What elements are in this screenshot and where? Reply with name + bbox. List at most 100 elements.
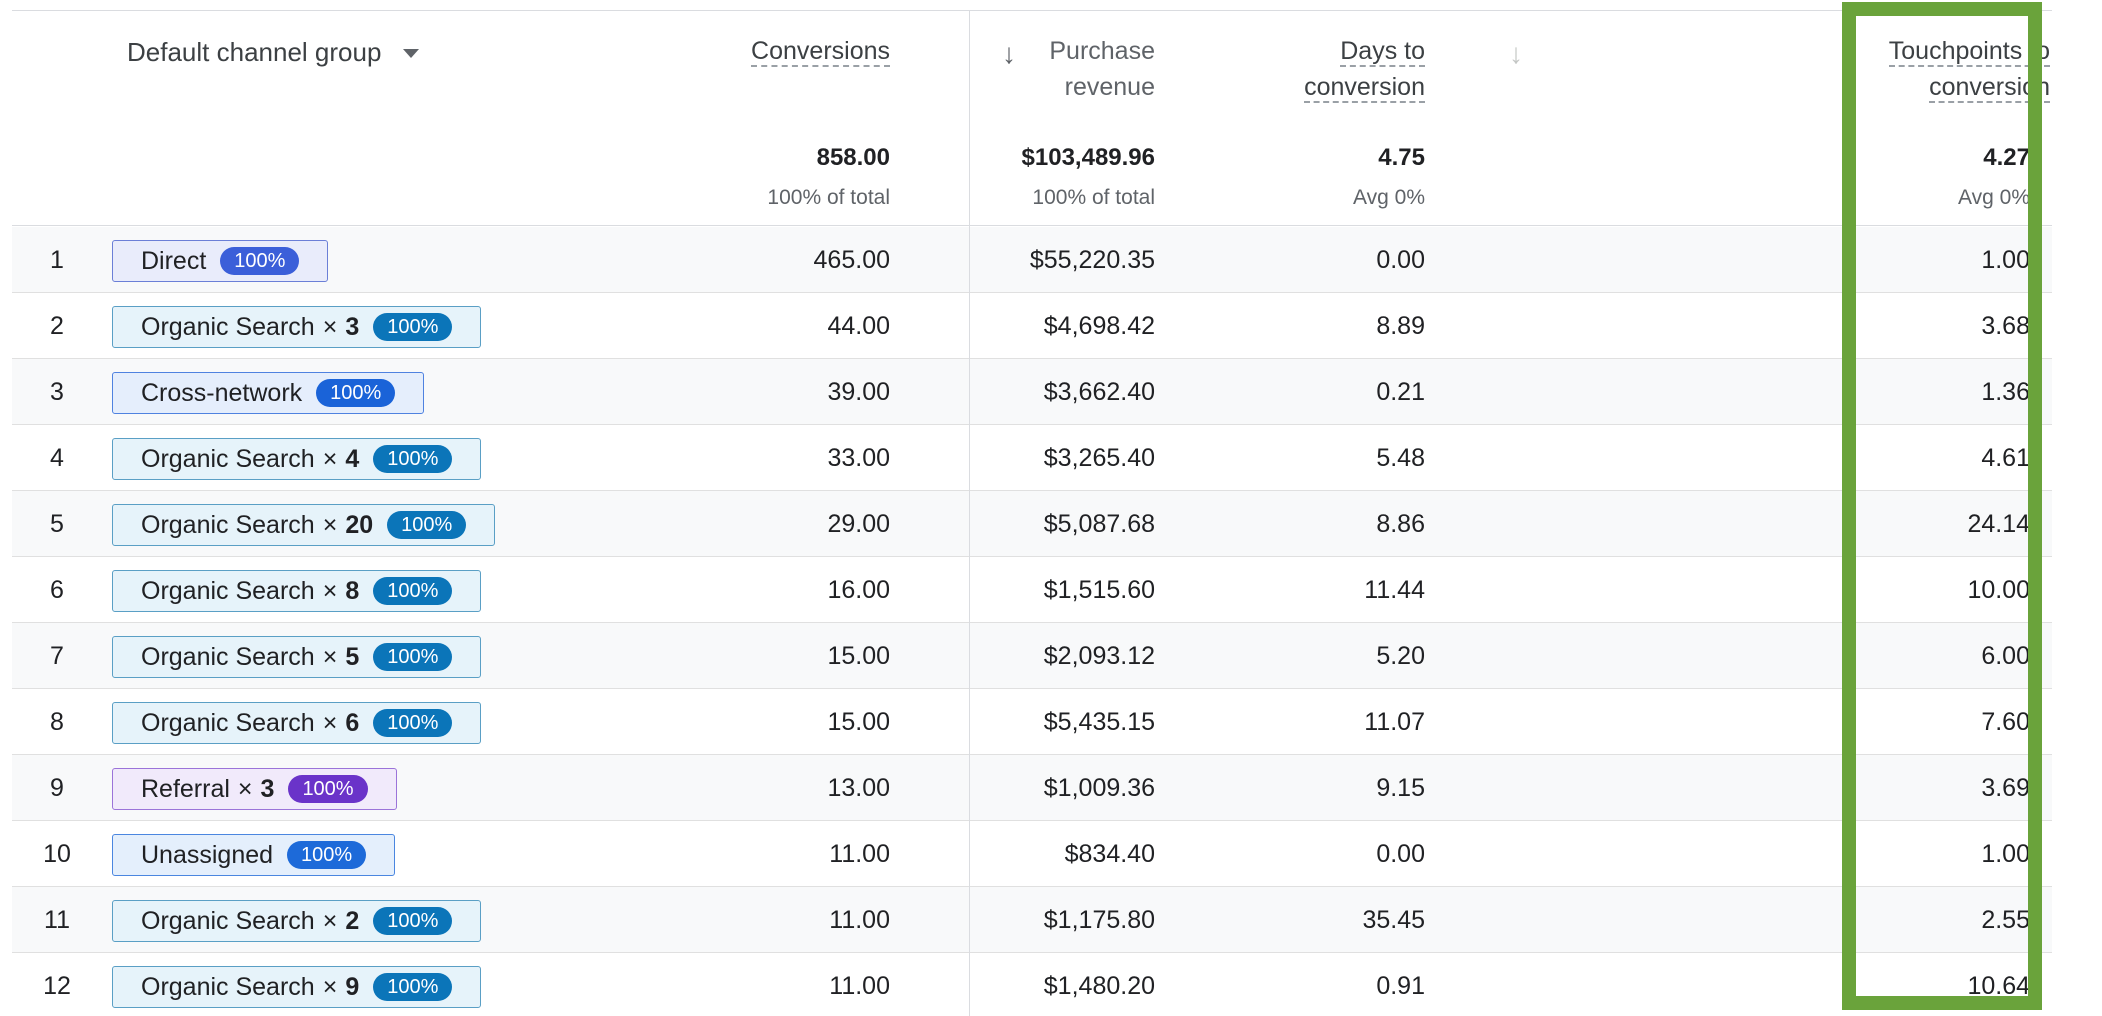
- table-row[interactable]: 4 Organic Search × 4 100% 33.00 $3,265.40 5.48 4…: [12, 425, 2052, 491]
- table-row[interactable]: 8 Organic Search × 6 100% 15.00 $5,435.15 11.07…: [12, 689, 2052, 755]
- table-row[interactable]: 12 Organic Search × 9 100% 11.00 $1,480.20 0.91…: [12, 953, 2052, 1016]
- credit-percent-badge: 100%: [387, 511, 467, 539]
- total-purchase-revenue-share: 100% of total: [1032, 186, 1155, 209]
- repeat-count: 2: [345, 906, 360, 935]
- channel-path-chip[interactable]: Cross-network 100%: [112, 372, 425, 414]
- cell-days-to-conversion: 9.15: [1376, 774, 1425, 802]
- cell-days-to-conversion: 35.45: [1362, 906, 1425, 934]
- repeat-count: 9: [345, 972, 360, 1001]
- cell-purchase-revenue: $1,175.80: [1043, 906, 1155, 934]
- row-number: 11: [44, 906, 70, 934]
- sort-arrow-down-icon[interactable]: ↓: [1002, 39, 1016, 69]
- channel-path-chip[interactable]: Organic Search × 4 100%: [112, 438, 482, 480]
- channel-name: Organic Search: [141, 906, 315, 935]
- column-header-days-to-conversion[interactable]: Days to conversion: [1304, 33, 1425, 105]
- credit-percent-badge: 100%: [373, 577, 453, 605]
- caret-down-icon: [403, 49, 420, 58]
- credit-percent-badge: 100%: [373, 445, 453, 473]
- table-row[interactable]: 10 Unassigned 100% 11.00 $834.40 0.00 1.00: [12, 821, 2052, 887]
- channel-path-chip[interactable]: Organic Search × 3 100%: [112, 306, 482, 348]
- table-row[interactable]: 1 Direct 100% 465.00 $55,220.35 0.00 1.00: [12, 227, 2052, 293]
- row-number: 12: [43, 972, 71, 1000]
- channel-path-chip[interactable]: Organic Search × 20 100%: [112, 504, 496, 546]
- total-days-to-conversion-avg: Avg 0%: [1353, 186, 1425, 209]
- row-number: 10: [43, 840, 71, 868]
- cell-days-to-conversion: 0.91: [1376, 972, 1425, 1000]
- repeat-times-symbol: ×: [237, 774, 253, 803]
- cell-days-to-conversion: 0.21: [1376, 378, 1425, 406]
- channel-path-chip[interactable]: Organic Search × 8 100%: [112, 570, 482, 612]
- channel-path-chip[interactable]: Organic Search × 5 100%: [112, 636, 482, 678]
- row-number: 9: [50, 774, 64, 802]
- table-row[interactable]: 6 Organic Search × 8 100% 16.00 $1,515.60 11.44…: [12, 557, 2052, 623]
- cell-conversions: 29.00: [827, 510, 890, 538]
- row-number: 2: [50, 312, 64, 340]
- cell-purchase-revenue: $1,515.60: [1043, 576, 1155, 604]
- cell-purchase-revenue: $5,435.15: [1043, 708, 1155, 736]
- channel-name: Unassigned: [141, 840, 274, 869]
- channel-path-chip[interactable]: Unassigned 100%: [112, 834, 396, 876]
- repeat-times-symbol: ×: [322, 576, 338, 605]
- dimension-selector[interactable]: Default channel group: [127, 37, 420, 68]
- total-purchase-revenue: $103,489.96: [1021, 144, 1155, 171]
- cell-conversions: 13.00: [827, 774, 890, 802]
- conversion-paths-table: Default channel group ↓ Conversions 858.…: [12, 10, 2052, 1016]
- channel-name: Cross-network: [141, 378, 303, 407]
- row-number: 5: [50, 510, 64, 538]
- cell-conversions: 15.00: [827, 642, 890, 670]
- table-row[interactable]: 3 Cross-network 100% 39.00 $3,662.40 0.21 1.36: [12, 359, 2052, 425]
- dimension-label: Default channel group: [127, 37, 382, 67]
- channel-name: Organic Search: [141, 510, 315, 539]
- channel-name: Organic Search: [141, 444, 315, 473]
- cell-purchase-revenue: $3,662.40: [1043, 378, 1155, 406]
- channel-path-chip[interactable]: Organic Search × 6 100%: [112, 702, 482, 744]
- credit-percent-badge: 100%: [373, 709, 453, 737]
- credit-percent-badge: 100%: [288, 775, 368, 803]
- cell-conversions: 15.00: [827, 708, 890, 736]
- table-row[interactable]: 9 Referral × 3 100% 13.00 $1,009.36 9.15 3.69: [12, 755, 2052, 821]
- total-conversions: 858.00: [816, 144, 890, 171]
- table-row[interactable]: 5 Organic Search × 20 100% 29.00 $5,087.68 8.86…: [12, 491, 2052, 557]
- repeat-count: 4: [345, 444, 360, 473]
- row-number: 6: [50, 576, 64, 604]
- cell-conversions: 465.00: [813, 246, 890, 274]
- cell-days-to-conversion: 8.86: [1376, 510, 1425, 538]
- cell-purchase-revenue: $4,698.42: [1043, 312, 1155, 340]
- cell-conversions: 11.00: [829, 972, 890, 1000]
- row-number: 8: [50, 708, 64, 736]
- channel-name: Organic Search: [141, 312, 315, 341]
- cell-days-to-conversion: 5.48: [1376, 444, 1425, 472]
- cell-days-to-conversion: 0.00: [1376, 840, 1425, 868]
- channel-name: Organic Search: [141, 972, 315, 1001]
- cell-days-to-conversion: 0.00: [1376, 246, 1425, 274]
- credit-percent-badge: 100%: [287, 841, 367, 869]
- cell-purchase-revenue: $55,220.35: [1029, 246, 1155, 274]
- channel-path-chip[interactable]: Direct 100%: [112, 240, 329, 282]
- cell-days-to-conversion: 11.07: [1364, 708, 1425, 736]
- credit-percent-badge: 100%: [220, 247, 300, 275]
- cell-purchase-revenue: $834.40: [1064, 840, 1155, 868]
- column-header-conversions[interactable]: Conversions: [751, 33, 890, 69]
- sort-arrow-down-icon[interactable]: ↓: [1509, 39, 1523, 69]
- repeat-times-symbol: ×: [322, 444, 338, 473]
- repeat-times-symbol: ×: [322, 906, 338, 935]
- channel-path-chip[interactable]: Referral × 3 100%: [112, 768, 397, 810]
- channel-path-chip[interactable]: Organic Search × 9 100%: [112, 966, 482, 1008]
- repeat-times-symbol: ×: [322, 708, 338, 737]
- column-header-purchase-revenue[interactable]: Purchase revenue: [1049, 33, 1155, 105]
- cell-days-to-conversion: 8.89: [1376, 312, 1425, 340]
- repeat-times-symbol: ×: [322, 972, 338, 1001]
- table-row[interactable]: 11 Organic Search × 2 100% 11.00 $1,175.80 35.4…: [12, 887, 2052, 953]
- repeat-times-symbol: ×: [322, 510, 338, 539]
- table-row[interactable]: 2 Organic Search × 3 100% 44.00 $4,698.42 8.89 3…: [12, 293, 2052, 359]
- cell-purchase-revenue: $3,265.40: [1043, 444, 1155, 472]
- channel-path-chip[interactable]: Organic Search × 2 100%: [112, 900, 482, 942]
- row-number: 1: [50, 246, 64, 274]
- cell-purchase-revenue: $5,087.68: [1043, 510, 1155, 538]
- table-row[interactable]: 7 Organic Search × 5 100% 15.00 $2,093.12 5.20 6…: [12, 623, 2052, 689]
- repeat-times-symbol: ×: [322, 312, 338, 341]
- channel-name: Organic Search: [141, 642, 315, 671]
- repeat-count: 3: [345, 312, 360, 341]
- channel-name: Organic Search: [141, 708, 315, 737]
- cell-conversions: 11.00: [829, 906, 890, 934]
